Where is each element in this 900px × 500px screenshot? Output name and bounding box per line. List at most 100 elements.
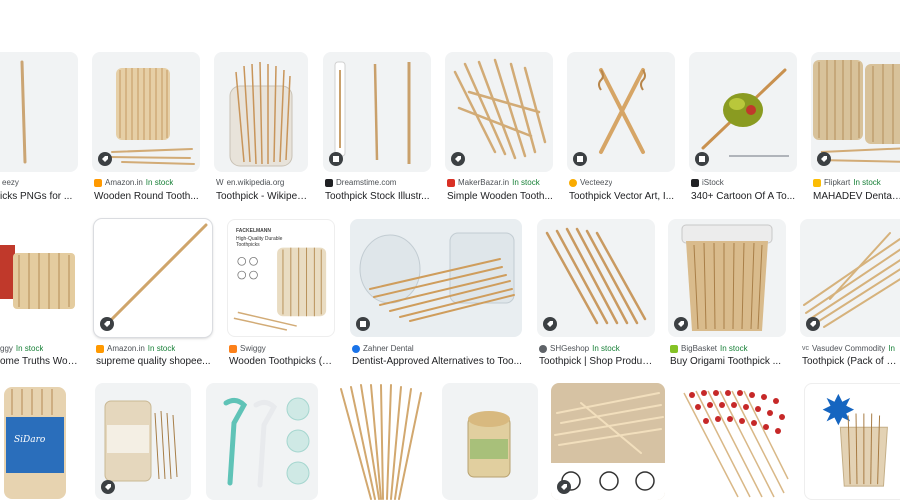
result-title[interactable]: Toothpick Stock Illustr... <box>325 191 431 202</box>
zahner-icon <box>352 344 360 353</box>
image-result[interactable]: Zahner Dental Dentist-Approved Alternati… <box>350 219 522 369</box>
image-result[interactable]: Wen.wikipedia.org Toothpick - Wikipedia <box>214 52 310 202</box>
result-title[interactable]: Simple Wooden Tooth... <box>447 191 553 202</box>
result-thumbnail[interactable] <box>800 219 900 337</box>
result-title[interactable]: Toothpick Vector Art, I... <box>569 191 675 202</box>
image-result-selected[interactable]: Amazon.in In stock supreme quality shopee… <box>94 219 212 369</box>
swiggy-icon <box>229 344 237 353</box>
product-tag-icon <box>543 317 557 331</box>
result-thumbnail[interactable] <box>95 383 191 500</box>
image-result[interactable]: Amazon.in In stock Wooden Round Tooth... <box>92 52 200 202</box>
brand-label: FACKELMANN <box>236 228 271 234</box>
result-thumbnail[interactable] <box>0 219 79 337</box>
image-result[interactable] <box>331 383 429 500</box>
result-thumbnail[interactable]: FACKELMANN High-Quality Durable Toothpic… <box>227 219 335 337</box>
result-thumbnail[interactable] <box>214 52 308 172</box>
result-thumbnail[interactable] <box>0 52 78 172</box>
image-icon <box>356 317 370 331</box>
result-title[interactable]: Toothpick | Shop Produc... <box>539 356 655 367</box>
image-result[interactable]: BigBasket In stock Buy Origami Toothpick … <box>668 219 786 369</box>
image-result[interactable]: MakerBazar.in In stock Simple Wooden Toot… <box>445 52 553 202</box>
result-source: eezy <box>2 178 19 187</box>
result-title[interactable]: supreme quality shopee... <box>96 356 212 367</box>
dreamstime-icon <box>325 178 333 187</box>
image-icon <box>329 152 343 166</box>
result-thumbnail[interactable] <box>668 219 786 337</box>
product-tag-icon <box>674 317 688 331</box>
amazon-icon <box>94 178 102 187</box>
result-thumbnail[interactable] <box>323 52 431 172</box>
image-result[interactable]: Dreamstime.com Toothpick Stock Illustr..… <box>323 52 431 202</box>
result-thumbnail[interactable] <box>350 219 522 337</box>
product-tag-icon <box>100 317 114 331</box>
istock-icon <box>691 178 699 187</box>
result-source: SHGeshop In stock <box>539 344 620 353</box>
image-result[interactable] <box>206 383 318 500</box>
image-result[interactable] <box>95 383 191 500</box>
result-thumbnail[interactable] <box>678 383 790 500</box>
result-source: Swiggy <box>229 344 266 353</box>
result-thumbnail[interactable] <box>689 52 797 172</box>
vasudev-icon: vc <box>802 345 809 352</box>
result-source: MakerBazar.in In stock <box>447 178 540 187</box>
result-source: Zahner Dental <box>352 344 414 353</box>
result-title[interactable]: ome Truths Woo... <box>0 356 78 367</box>
image-icon <box>695 152 709 166</box>
result-source: Flipkart In stock <box>813 178 881 187</box>
result-source: Wen.wikipedia.org <box>216 178 285 187</box>
image-result[interactable]: ggy In stock ome Truths Woo... <box>0 219 79 369</box>
result-source: Vecteezy <box>569 178 612 187</box>
result-source: vc Vasudev Commodity In <box>802 344 895 353</box>
result-title[interactable]: Wooden Round Tooth... <box>94 191 200 202</box>
wikipedia-icon: W <box>216 178 224 187</box>
result-thumbnail[interactable] <box>551 383 665 500</box>
result-title[interactable]: Buy Origami Toothpick ... <box>670 356 786 367</box>
result-thumbnail[interactable] <box>811 52 900 172</box>
image-result[interactable] <box>804 383 900 500</box>
image-result[interactable]: Vecteezy Toothpick Vector Art, I... <box>567 52 675 202</box>
result-source: Amazon.in In stock <box>94 178 173 187</box>
result-title[interactable]: Toothpick (Pack of 100) <box>802 356 900 367</box>
product-tag-icon <box>451 152 465 166</box>
image-result[interactable]: SiDaro <box>0 383 80 500</box>
result-thumbnail[interactable] <box>804 383 900 500</box>
result-title[interactable]: MAHADEV Dental F <box>813 191 900 202</box>
result-source: Dreamstime.com <box>325 178 396 187</box>
result-thumbnail[interactable] <box>206 383 318 500</box>
vecteezy-icon <box>569 178 577 187</box>
result-source: BigBasket In stock <box>670 344 748 353</box>
result-thumbnail[interactable]: SiDaro <box>0 383 80 500</box>
flipkart-icon <box>813 178 821 187</box>
amazon-icon <box>96 344 104 353</box>
product-tag-icon <box>817 152 831 166</box>
result-title[interactable]: Wooden Toothpicks (6... <box>229 356 335 367</box>
bigbasket-icon <box>670 344 678 353</box>
image-result[interactable] <box>678 383 790 500</box>
image-result[interactable] <box>551 383 665 500</box>
image-result[interactable]: SHGeshop In stock Toothpick | Shop Produc… <box>537 219 655 369</box>
result-thumbnail[interactable] <box>442 383 538 500</box>
image-result[interactable]: vc Vasudev Commodity In Toothpick (Pack of… <box>800 219 900 369</box>
product-label: High-Quality Durable Toothpicks <box>236 236 283 248</box>
image-result[interactable]: eezy icks PNGs for ... <box>0 52 78 202</box>
result-thumbnail[interactable] <box>537 219 655 337</box>
result-thumbnail[interactable] <box>94 219 212 337</box>
shgeshop-icon <box>539 344 547 353</box>
result-title[interactable]: Dentist-Approved Alternatives to Too... <box>352 356 522 367</box>
result-thumbnail[interactable] <box>567 52 675 172</box>
result-thumbnail[interactable] <box>445 52 553 172</box>
result-source: ggy In stock <box>0 344 44 353</box>
result-title[interactable]: 340+ Cartoon Of A To... <box>691 191 797 202</box>
makerbazar-icon <box>447 178 455 187</box>
image-result[interactable] <box>442 383 538 500</box>
result-thumbnail[interactable] <box>331 383 429 500</box>
image-icon <box>573 152 587 166</box>
result-source: iStock <box>691 178 724 187</box>
result-thumbnail[interactable] <box>92 52 200 172</box>
product-tag-icon <box>98 152 112 166</box>
result-title[interactable]: Toothpick - Wikipedia <box>216 191 310 202</box>
image-result[interactable]: iStock 340+ Cartoon Of A To... <box>689 52 797 202</box>
image-result[interactable]: FACKELMANN High-Quality Durable Toothpic… <box>227 219 335 369</box>
result-title[interactable]: icks PNGs for ... <box>0 191 78 202</box>
image-result[interactable]: Flipkart In stock MAHADEV Dental F <box>811 52 900 202</box>
